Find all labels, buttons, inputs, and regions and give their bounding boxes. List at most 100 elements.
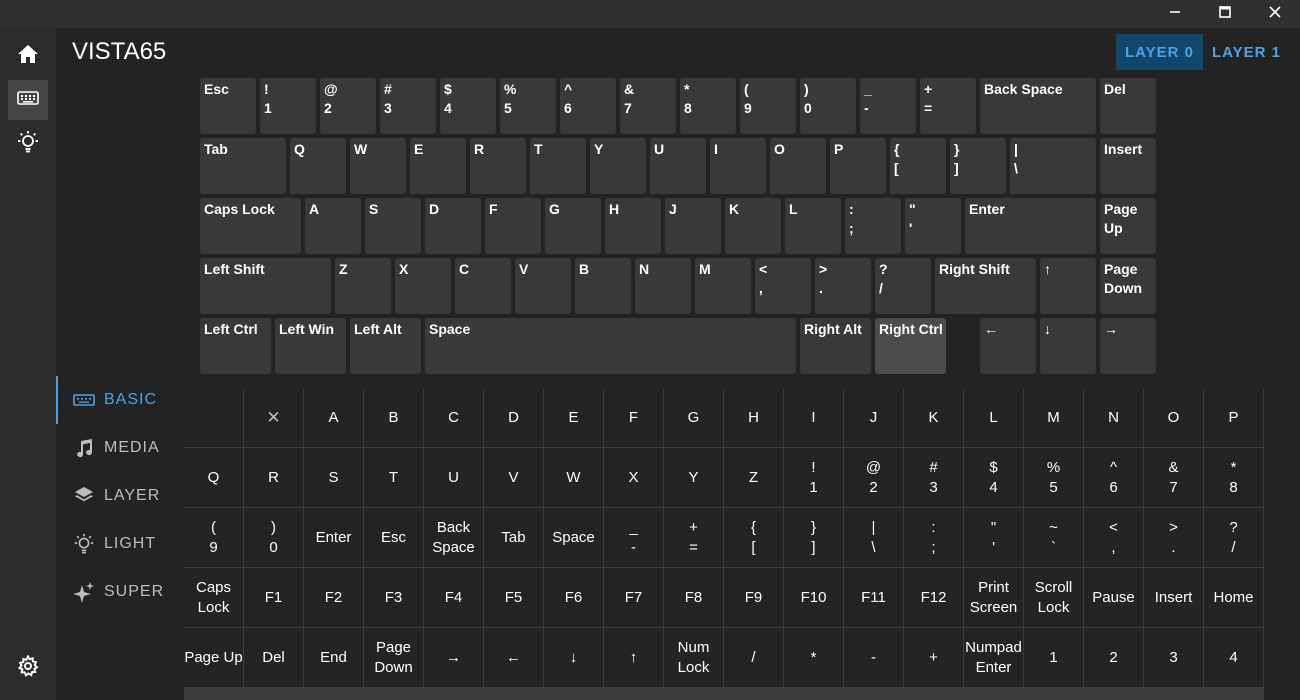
palette-key-symbol[interactable]: / [724,628,783,687]
palette-key-scroll-lock[interactable]: Scroll Lock [1024,568,1083,627]
key-right-ctrl[interactable]: Right Ctrl [875,318,946,374]
palette-key-s[interactable]: S [304,448,363,507]
key-left-shift[interactable]: Left Shift [200,258,331,314]
palette-key-q[interactable]: Q [184,448,243,507]
sidebar-item-home[interactable] [8,36,48,76]
category-media[interactable]: MEDIA [56,424,184,472]
key-back-space[interactable]: Back Space [980,78,1096,134]
palette-key-f9[interactable]: F9 [724,568,783,627]
palette-key-6[interactable]: ^ 6 [1084,448,1143,507]
key-l[interactable]: L [785,198,841,254]
key-symbol[interactable]: <, [755,258,811,314]
key-symbol[interactable]: >. [815,258,871,314]
key-symbol[interactable]: " ' [905,198,961,254]
key-4[interactable]: $4 [440,78,496,134]
palette-key-page-up[interactable]: Page Up [184,628,243,687]
palette-key-t[interactable]: T [364,448,423,507]
palette-key-back-space[interactable]: Back Space [424,508,483,567]
palette-key-2[interactable]: @2 [844,448,903,507]
palette-key-w[interactable]: W [544,448,603,507]
sidebar-item-keymap[interactable] [8,80,48,120]
palette-key-symbol[interactable]: " ' [964,508,1023,567]
palette-key-5[interactable]: % 5 [1024,448,1083,507]
palette-key-space[interactable]: Space [544,508,603,567]
key-symbol[interactable]: {[ [890,138,946,194]
key-1[interactable]: ! 1 [260,78,316,134]
palette-key-x[interactable]: X [604,448,663,507]
key-p[interactable]: P [830,138,886,194]
palette-key-none[interactable] [184,388,243,447]
key-symbol[interactable]: :; [845,198,901,254]
key-w[interactable]: W [350,138,406,194]
palette-key-pause[interactable]: Pause [1084,568,1143,627]
palette-key-r[interactable]: R [244,448,303,507]
key-o[interactable]: O [770,138,826,194]
key-b[interactable]: B [575,258,631,314]
palette-key-f2[interactable]: F2 [304,568,363,627]
key-symbol[interactable]: ← [980,318,1036,374]
key-q[interactable]: Q [290,138,346,194]
category-basic[interactable]: BASIC [56,376,184,424]
palette-key-f4[interactable]: F4 [424,568,483,627]
palette-key-symbol[interactable]: | \ [844,508,903,567]
palette-key-f12[interactable]: F12 [904,568,963,627]
palette-key-1[interactable]: 1 [1024,628,1083,687]
key-8[interactable]: * 8 [680,78,736,134]
palette-key-symbol[interactable]: _ - [604,508,663,567]
palette-key-b[interactable]: B [364,388,423,447]
palette-key-esc[interactable]: Esc [364,508,423,567]
key-caps-lock[interactable]: Caps Lock [200,198,301,254]
palette-key-i[interactable]: I [784,388,843,447]
key-t[interactable]: T [530,138,586,194]
palette-key-p[interactable]: P [1204,388,1263,447]
palette-key-c[interactable]: C [424,388,483,447]
key-i[interactable]: I [710,138,766,194]
palette-key-symbol[interactable]: + = [664,508,723,567]
key-symbol[interactable]: | \ [1010,138,1096,194]
key-d[interactable]: D [425,198,481,254]
palette-key-9[interactable]: (9 [184,508,243,567]
palette-key-2[interactable]: 2 [1084,628,1143,687]
key-symbol[interactable]: → [1100,318,1156,374]
key-symbol[interactable]: ? / [875,258,931,314]
palette-key-f8[interactable]: F8 [664,568,723,627]
palette-key-7[interactable]: & 7 [1144,448,1203,507]
palette-key-symbol[interactable]: }] [784,508,843,567]
palette-key-del[interactable]: Del [244,628,303,687]
palette-key-page-down[interactable]: Page Down [364,628,423,687]
key-c[interactable]: C [455,258,511,314]
palette-key-symbol[interactable]: ~ ` [1024,508,1083,567]
palette-key-y[interactable]: Y [664,448,723,507]
palette-key-h[interactable]: H [724,388,783,447]
key-tab[interactable]: Tab [200,138,286,194]
palette-key-f11[interactable]: F11 [844,568,903,627]
palette-key-symbol[interactable]: ↑ [604,628,663,687]
palette-key-4[interactable]: 4 [1204,628,1263,687]
palette-key-numpad-enter[interactable]: Numpad Enter [964,628,1023,687]
key-7[interactable]: & 7 [620,78,676,134]
key-k[interactable]: K [725,198,781,254]
key-symbol[interactable]: ↑ [1040,258,1096,314]
palette-key-f6[interactable]: F6 [544,568,603,627]
key-left-alt[interactable]: Left Alt [350,318,421,374]
key-del[interactable]: Del [1100,78,1156,134]
key-3[interactable]: #3 [380,78,436,134]
close-button[interactable] [1250,0,1300,28]
key-symbol[interactable]: }] [950,138,1006,194]
key-space[interactable]: Space [425,318,796,374]
palette-key-d[interactable]: D [484,388,543,447]
category-layer[interactable]: LAYER [56,472,184,520]
palette-key-enter[interactable]: Enter [304,508,363,567]
key-page-down[interactable]: Page Down [1100,258,1156,314]
palette-key-end[interactable]: End [304,628,363,687]
key-g[interactable]: G [545,198,601,254]
key-z[interactable]: Z [335,258,391,314]
key-right-alt[interactable]: Right Alt [800,318,871,374]
key-insert[interactable]: Insert [1100,138,1156,194]
palette-key-k[interactable]: K [904,388,963,447]
key-e[interactable]: E [410,138,466,194]
palette-key-3[interactable]: #3 [904,448,963,507]
key-n[interactable]: N [635,258,691,314]
palette-key-e[interactable]: E [544,388,603,447]
palette-key-symbol[interactable]: + [904,628,963,687]
